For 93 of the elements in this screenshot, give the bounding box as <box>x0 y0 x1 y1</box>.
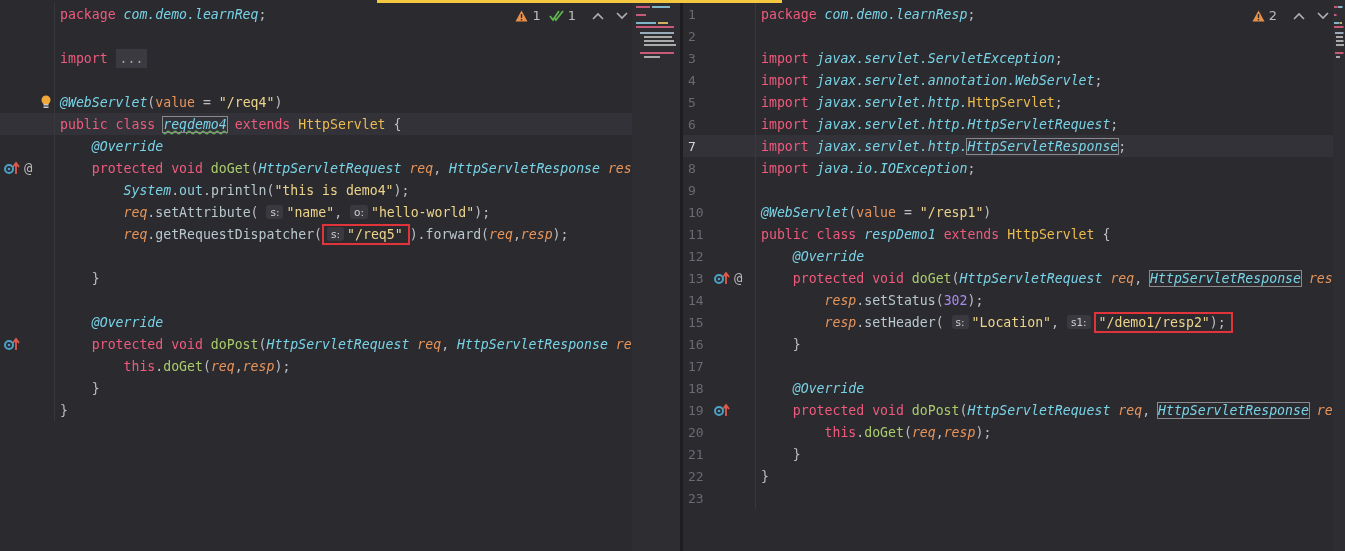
parameter-hint: s1: <box>1066 315 1091 329</box>
code-text: "hello-world"); <box>371 204 491 220</box>
line-number: 21 <box>688 446 704 462</box>
code-text: @Override <box>90 138 164 154</box>
annotation-marker[interactable]: @ <box>24 160 33 176</box>
line-number: 12 <box>688 248 704 264</box>
code-text: protected void doPost(HttpServletRequest req, HttpServletResponse re <box>90 336 632 352</box>
line-number: 17 <box>688 358 704 374</box>
code-text: } <box>791 446 801 462</box>
override-marker-icon[interactable] <box>714 403 730 417</box>
code-text: @WebServlet(value = "/req4") <box>60 94 283 110</box>
code-text: protected void doGet(HttpServletRequest req, HttpServletResponse res <box>90 160 632 176</box>
code-text: res <box>1307 270 1333 286</box>
code-text: ).forward(req,resp); <box>409 226 569 242</box>
code-text: @Override <box>90 314 164 330</box>
override-marker-icon[interactable] <box>4 161 20 175</box>
code-text: protected void doPost(HttpServletRequest req, <box>791 402 1152 418</box>
warning-icon[interactable] <box>1251 9 1265 22</box>
code-text: package com.demo.learnResp; <box>761 6 976 22</box>
code-text: @WebServlet(value = "/resp1") <box>761 204 992 220</box>
code-text: this.doGet(req,resp); <box>823 424 992 440</box>
code-text: "name", <box>286 204 344 220</box>
code-text: import javax.servlet.http.HttpServlet; <box>761 94 1063 110</box>
line-number: 1 <box>688 6 696 22</box>
code-text: } <box>60 402 68 418</box>
line-number: 22 <box>688 468 704 484</box>
code-text: extends HttpServlet { <box>233 116 402 132</box>
parameter-hint: s: <box>327 227 345 241</box>
code-text: public class respDemo1 extends HttpServlet { <box>761 226 1111 242</box>
line-number: 18 <box>688 380 704 396</box>
code-text: HttpServletResponse <box>1150 270 1301 286</box>
line-number: 4 <box>688 72 696 88</box>
line-number: 13 <box>688 270 704 286</box>
annotation-marker[interactable]: @ <box>734 270 743 286</box>
code-text: } <box>761 468 769 484</box>
line-number: 14 <box>688 292 704 308</box>
code-text: re <box>1315 402 1333 418</box>
code-text: reqdemo4 <box>163 116 227 132</box>
code-text: public class <box>60 116 157 132</box>
line-number: 20 <box>688 424 704 440</box>
code-text: "/req5" <box>347 226 403 242</box>
override-marker-icon[interactable] <box>4 337 20 351</box>
line-number: 16 <box>688 336 704 352</box>
line-number: 8 <box>688 160 696 176</box>
warning-count: 2 <box>1268 8 1277 23</box>
code-text: System.out.println("this is demo4"); <box>122 182 410 198</box>
line-number: 2 <box>688 28 696 44</box>
lightbulb-icon[interactable] <box>41 95 51 109</box>
override-marker-icon[interactable] <box>714 271 730 285</box>
code-text: @Override <box>791 380 865 396</box>
chevron-up-icon[interactable] <box>592 11 604 20</box>
code-text: } <box>791 336 801 352</box>
line-number: 3 <box>688 50 696 66</box>
code-text: HttpServletResponse <box>1158 402 1309 418</box>
code-text: ; <box>1118 138 1127 154</box>
chevron-up-icon[interactable] <box>1293 11 1305 20</box>
line-number: 5 <box>688 94 696 110</box>
code-text: HttpServletResponse <box>967 138 1119 154</box>
warning-icon[interactable] <box>515 9 529 22</box>
code-text: this.doGet(req,resp); <box>122 358 291 374</box>
code-text: req.setAttribute( <box>122 204 260 220</box>
code-text: @Override <box>791 248 865 264</box>
line-number: 6 <box>688 116 696 132</box>
code-text: import javax.servlet.http.HttpServletRequest; <box>761 116 1119 132</box>
line-number: 11 <box>688 226 704 242</box>
code-text: import javax.servlet.annotation.WebServlet; <box>761 72 1103 88</box>
code-text: "/demo1/resp2"); <box>1098 314 1226 330</box>
line-number: 7 <box>688 138 696 154</box>
code-text: "Location", <box>971 314 1060 330</box>
line-number: 9 <box>688 182 696 198</box>
line-number: 10 <box>688 204 704 220</box>
code-text: import java.io.IOException; <box>761 160 976 176</box>
parameter-hint: s: <box>951 315 969 329</box>
code-text: protected void doGet(HttpServletRequest req, <box>791 270 1144 286</box>
code-text: resp.setHeader( <box>823 314 945 330</box>
double-check-icon[interactable] <box>548 9 564 22</box>
line-number: 19 <box>688 402 704 418</box>
chevron-down-icon[interactable] <box>1317 11 1329 20</box>
line-number: 15 <box>688 314 704 330</box>
code-text: req.getRequestDispatcher( <box>122 226 323 242</box>
chevron-down-icon[interactable] <box>616 11 628 20</box>
parameter-hint: o: <box>350 205 368 219</box>
code-text: import javax.servlet.ServletException; <box>761 50 1063 66</box>
code-text: import javax.servlet.http. <box>761 138 968 154</box>
weak-warning-count: 1 <box>567 8 576 23</box>
parameter-hint: s: <box>266 205 284 219</box>
code-text: } <box>90 270 100 286</box>
code-text: resp.setStatus(302); <box>823 292 984 308</box>
code-text: } <box>90 380 100 396</box>
code-text: package com.demo.learnReq; <box>60 6 267 22</box>
line-number: 23 <box>688 490 704 506</box>
code-text: import ... <box>60 50 148 66</box>
warning-count: 1 <box>532 8 541 23</box>
